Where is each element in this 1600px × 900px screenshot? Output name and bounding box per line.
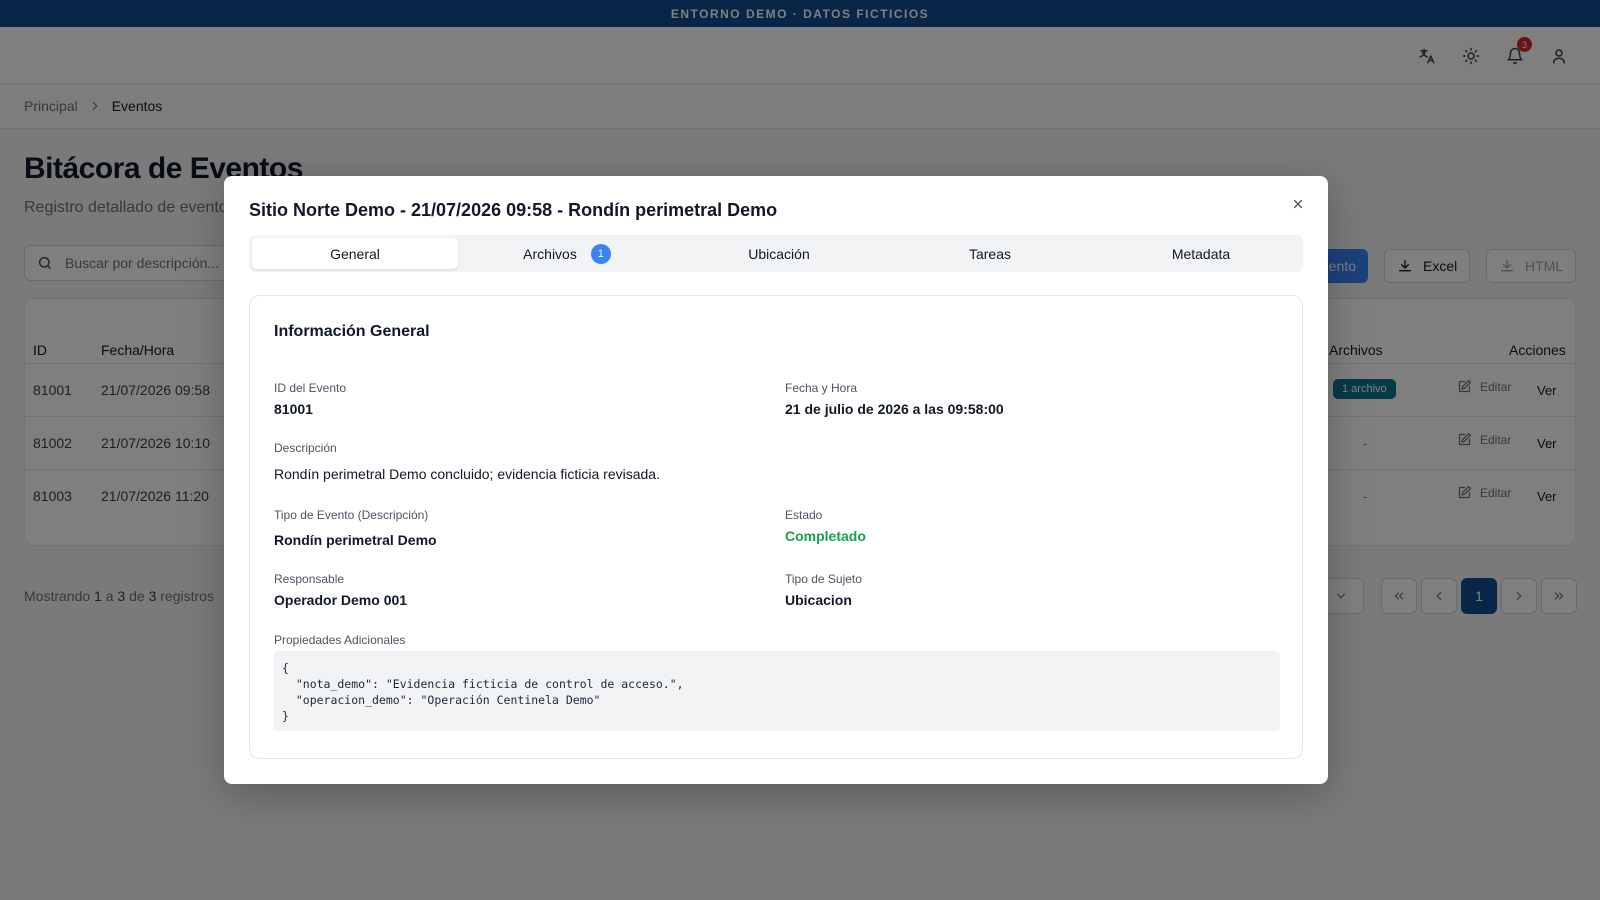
dialog-title: Sitio Norte Demo - 21/07/2026 09:58 - Ro…: [249, 200, 778, 220]
status-label: Estado: [785, 508, 823, 522]
tab-metadata-label: Metadata: [1171, 245, 1231, 262]
subject-type-value: Ubicacion: [785, 592, 852, 608]
status-value: Completado: [785, 528, 866, 544]
tab-archivos-label: Archivos: [523, 245, 577, 262]
tab-metadata[interactable]: Metadata: [1098, 238, 1304, 269]
event-id-value: 81001: [274, 401, 313, 417]
tab-ubicacion-label: Ubicación: [748, 245, 810, 262]
dialog-tabs: General Archivos 1 Ubicación Tareas Meta…: [249, 235, 1303, 272]
tab-archivos[interactable]: Archivos 1: [464, 238, 670, 269]
description-value: Rondín perimetral Demo concluido; eviden…: [274, 466, 660, 482]
responsible-value: Operador Demo 001: [274, 592, 408, 608]
general-info-card: Información General ID del Evento 81001 …: [249, 295, 1303, 759]
card-title: Información General: [274, 323, 430, 340]
subject-type-label: Tipo de Sujeto: [785, 572, 862, 586]
tab-general-label: General: [330, 245, 380, 262]
tab-ubicacion[interactable]: Ubicación: [676, 238, 882, 269]
datetime-value: 21 de julio de 2026 a las 09:58:00: [785, 401, 1004, 417]
event-type-value: Rondín perimetral Demo: [274, 532, 437, 548]
tab-general[interactable]: General: [252, 238, 458, 269]
responsible-label: Responsable: [274, 572, 345, 586]
description-label: Descripción: [274, 441, 337, 455]
tab-archivos-badge: 1: [590, 243, 611, 264]
tab-tareas[interactable]: Tareas: [887, 238, 1093, 269]
tab-tareas-label: Tareas: [968, 245, 1012, 262]
close-icon[interactable]: [1288, 194, 1308, 214]
event-detail-dialog: Sitio Norte Demo - 21/07/2026 09:58 - Ro…: [224, 176, 1328, 784]
event-id-label: ID del Evento: [274, 381, 347, 395]
event-type-label: Tipo de Evento (Descripción): [274, 508, 429, 522]
extra-props-label: Propiedades Adicionales: [274, 633, 406, 647]
extra-props-json: { "nota_demo": "Evidencia ficticia de co…: [274, 651, 1280, 731]
datetime-label: Fecha y Hora: [785, 381, 858, 395]
